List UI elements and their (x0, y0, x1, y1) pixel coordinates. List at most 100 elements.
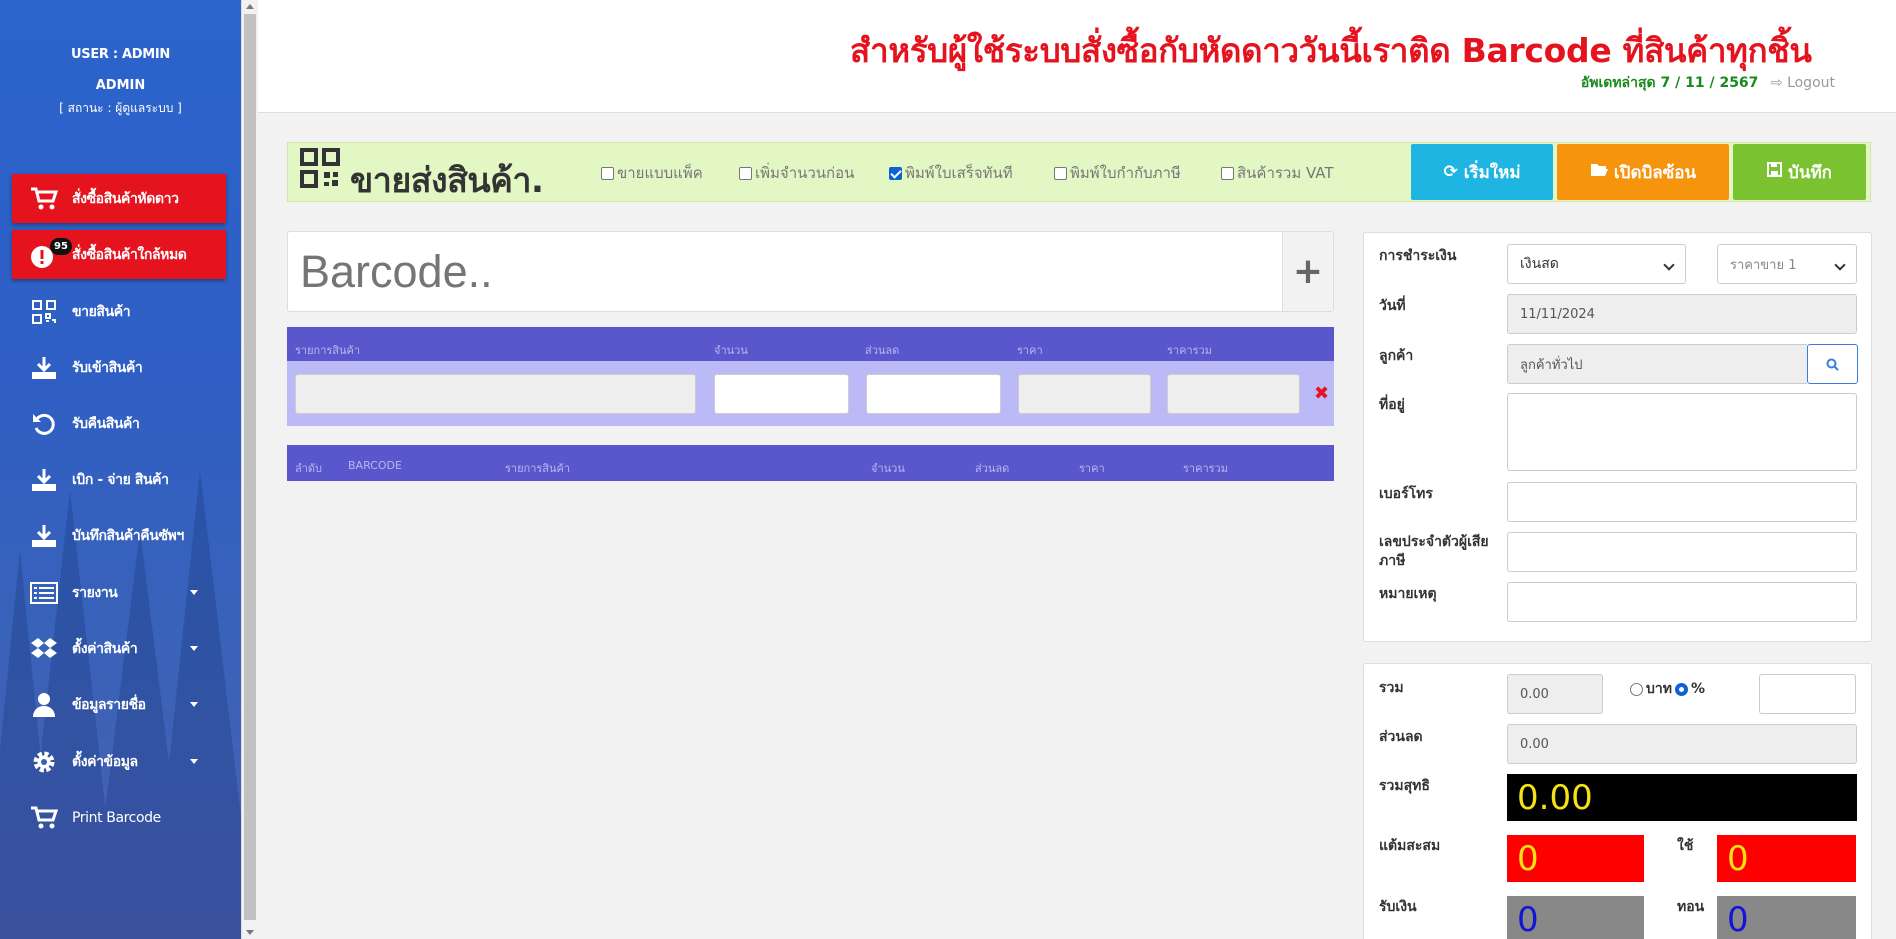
scroll-down-icon[interactable] (246, 930, 254, 935)
col-item: รายการสินค้า (505, 462, 571, 475)
customer-panel: การชำระเงิน เงินสด ราคาขาย 1 วันที่ 11/1… (1363, 232, 1872, 642)
low-stock-badge: 95 (50, 237, 72, 255)
line-total-field[interactable] (1167, 374, 1300, 414)
note-field[interactable] (1507, 582, 1857, 622)
search-icon (1826, 358, 1839, 371)
baht-radio[interactable] (1630, 682, 1643, 696)
print-tax-checkbox[interactable] (1054, 166, 1067, 180)
taxid-label: เลขประจำตัวผู้เสียภาษี (1379, 534, 1489, 569)
taxid-field[interactable] (1507, 532, 1857, 572)
use-value: 0 (1727, 838, 1749, 879)
option-label: ขายแบบแพ็ค (617, 164, 703, 182)
item-name-field[interactable] (295, 374, 696, 414)
option-add-qty-first[interactable]: เพิ่มจำนวนก่อน (739, 161, 854, 185)
customer-search-button[interactable] (1807, 344, 1858, 384)
menu-order-haddao[interactable]: สั่งซื้อสินค้าหัดดาว (12, 174, 226, 223)
download-icon (26, 521, 62, 551)
page-title: ขายส่งสินค้า. (350, 161, 544, 201)
remove-entry-icon[interactable]: ✖ (1314, 383, 1329, 404)
menu-receive[interactable]: รับเข้าสินค้า (12, 343, 226, 392)
user-icon (26, 690, 62, 720)
option-label: สินค้ารวม VAT (1237, 164, 1334, 182)
date-field[interactable]: 11/11/2024 (1507, 294, 1857, 334)
option-label: พิมพ์ใบเสร็จทันที (905, 164, 1013, 182)
add-barcode-button[interactable]: + (1282, 232, 1333, 311)
menu-data-settings[interactable]: ตั้งค่าข้อมูล (12, 737, 226, 786)
download-icon (26, 465, 62, 495)
price-level-select[interactable]: ราคาขาย 1 (1717, 244, 1857, 284)
discount-field[interactable]: 0.00 (1507, 724, 1857, 764)
menu-withdraw[interactable]: เบิก - จ่าย สินค้า (12, 455, 226, 504)
address-label: ที่อยู่ (1379, 397, 1405, 413)
menu-product-settings[interactable]: ตั้งค่าสินค้า (12, 624, 226, 673)
change-display: 0 (1717, 896, 1856, 939)
percent-radio[interactable] (1674, 682, 1688, 696)
menu-return[interactable]: รับคืนสินค้า (12, 399, 226, 448)
gear-icon (26, 747, 62, 777)
menu-label: รับเข้าสินค้า (72, 359, 143, 376)
barcode-input[interactable] (288, 232, 1282, 311)
add-qty-checkbox[interactable] (739, 166, 752, 180)
discount-field[interactable] (866, 374, 1001, 414)
phone-label: เบอร์โทร (1379, 486, 1433, 502)
qty-field[interactable] (714, 374, 849, 414)
sidebar-scrollbar[interactable] (241, 0, 258, 939)
option-include-vat[interactable]: สินค้ารวม VAT (1221, 161, 1334, 185)
points-display: 0 (1507, 835, 1644, 882)
barcode-group: + (287, 231, 1334, 312)
price-level-value: ราคาขาย 1 (1730, 257, 1797, 273)
payment-select[interactable]: เงินสด (1507, 244, 1686, 284)
chevron-down-icon (190, 646, 198, 651)
option-pack-sale[interactable]: ขายแบบแพ็ค (601, 161, 703, 185)
col-price: ราคา (1017, 344, 1043, 357)
include-vat-checkbox[interactable] (1221, 166, 1234, 180)
menu-report[interactable]: รายงาน (12, 568, 226, 617)
scrollbar-thumb[interactable] (244, 14, 256, 920)
discount-rate-field[interactable] (1759, 674, 1856, 714)
payment-label: การชำระเงิน (1379, 248, 1457, 264)
download-icon (26, 353, 62, 383)
sale-list-header: ลำดับ BARCODE รายการสินค้า จำนวน ส่วนลด … (287, 445, 1334, 481)
menu-sell[interactable]: ขายสินค้า (12, 287, 226, 336)
points-value: 0 (1517, 838, 1539, 879)
received-value: 0 (1517, 899, 1539, 939)
qrcode-icon (300, 148, 340, 188)
col-total: ราคารวม (1167, 344, 1212, 357)
menu-print-barcode[interactable]: Print Barcode (12, 793, 226, 842)
chevron-down-icon (190, 590, 198, 595)
reset-button[interactable]: ⟳ เริ่มใหม่ (1411, 144, 1553, 200)
col-qty: จำนวน (714, 344, 748, 357)
logout-link[interactable]: ⇨ Logout (1771, 75, 1835, 91)
open-bill-button[interactable]: เปิดบิลซ้อน (1557, 144, 1729, 200)
date-value: 11/11/2024 (1520, 306, 1595, 322)
menu-supplier-return[interactable]: บันทึกสินค้าคืนซัพฯ (12, 511, 226, 560)
option-label: พิมพ์ใบกำกับภาษี (1070, 164, 1181, 182)
customer-field[interactable]: ลูกค้าทั่วไป (1507, 344, 1807, 384)
dropbox-icon (26, 634, 62, 664)
menu-contacts[interactable]: ข้อมูลรายชื่อ (12, 680, 226, 729)
pack-sale-checkbox[interactable] (601, 166, 614, 180)
phone-field[interactable] (1507, 482, 1857, 522)
sum-field[interactable]: 0.00 (1507, 674, 1603, 714)
use-points-field[interactable]: 0 (1717, 835, 1856, 882)
sale-toolbar: ขายส่งสินค้า. ขายแบบแพ็ค เพิ่มจำนวนก่อน … (287, 142, 1871, 202)
option-print-receipt[interactable]: พิมพ์ใบเสร็จทันที (889, 161, 1013, 185)
received-field[interactable]: 0 (1507, 896, 1644, 939)
save-label: บันทึก (1788, 162, 1832, 183)
save-button[interactable]: บันทึก (1733, 144, 1866, 200)
cart-icon (26, 184, 62, 214)
option-print-tax-invoice[interactable]: พิมพ์ใบกำกับภาษี (1054, 161, 1181, 185)
menu-label: ตั้งค่าข้อมูล (72, 753, 138, 770)
price-field[interactable] (1018, 374, 1151, 414)
user-status: [ สถานะ : ผู้ดูแลระบบ ] (59, 101, 182, 115)
entry-row (287, 361, 1334, 426)
col-no: ลำดับ (295, 462, 323, 475)
menu-order-low-stock[interactable]: 95 สั่งซื้อสินค้าใกล้หมด (12, 230, 226, 279)
menu-label: ข้อมูลรายชื่อ (72, 696, 146, 713)
plus-icon: + (1292, 251, 1324, 292)
points-label: แต้มสะสม (1379, 838, 1441, 854)
option-label: เพิ่มจำนวนก่อน (755, 164, 855, 182)
print-receipt-checkbox[interactable] (889, 166, 902, 180)
scroll-up-icon[interactable] (246, 4, 254, 9)
address-textarea[interactable] (1507, 393, 1857, 471)
